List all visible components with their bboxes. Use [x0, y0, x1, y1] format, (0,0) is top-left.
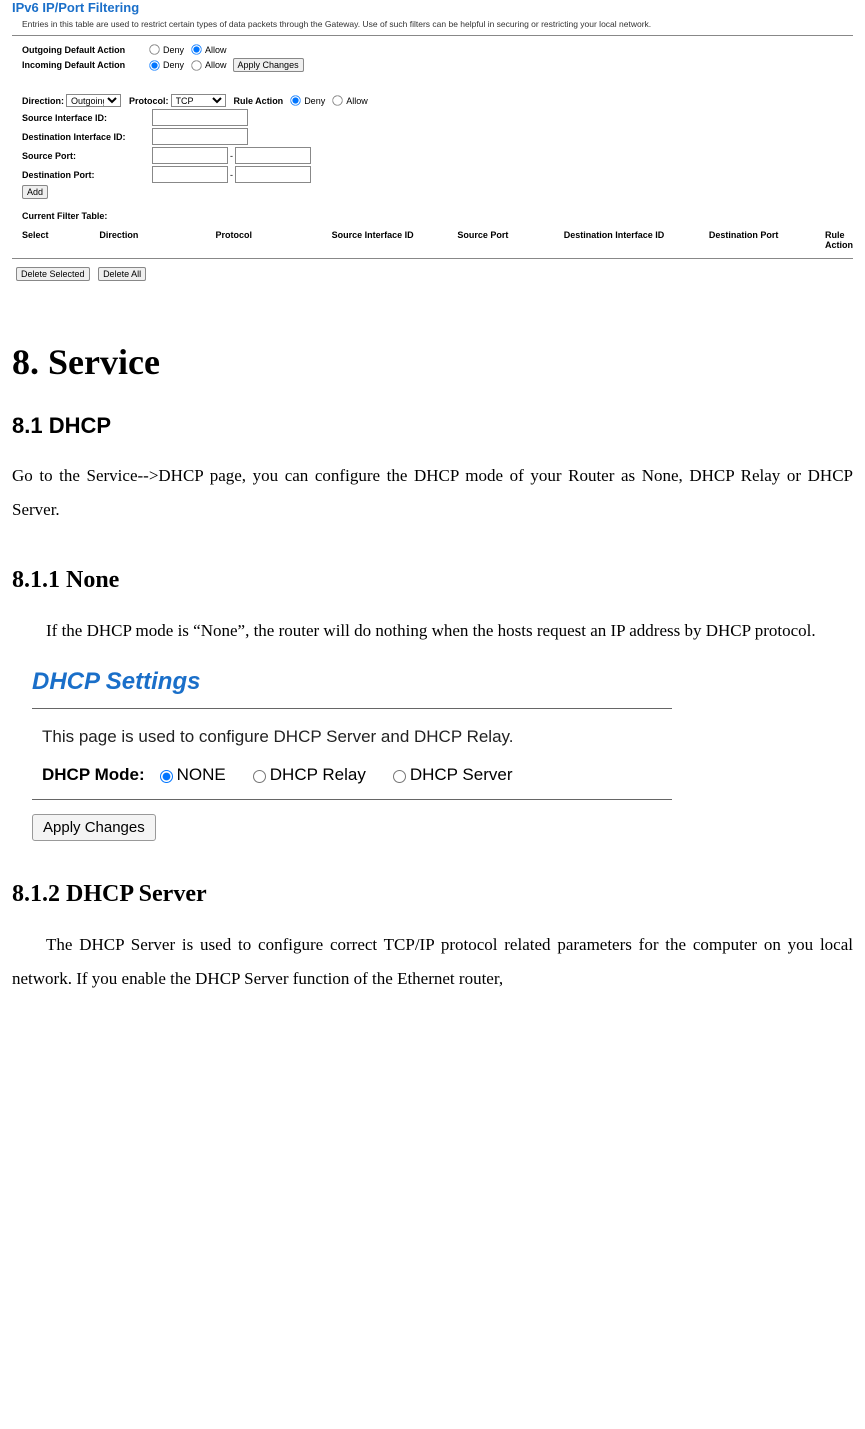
th-select: Select — [22, 230, 99, 250]
incoming-default-label: Incoming Default Action — [22, 60, 142, 70]
filter-table-header: Select Direction Protocol Source Interfa… — [12, 226, 853, 254]
th-src-if: Source Interface ID — [332, 230, 458, 250]
th-dst-port: Destination Port — [709, 230, 825, 250]
th-direction: Direction — [99, 230, 215, 250]
rule-action-label: Rule Action — [234, 96, 284, 106]
rule-allow-label: Allow — [346, 96, 368, 106]
para-dhcp-intro: Go to the Service-->DHCP page, you can c… — [12, 459, 853, 527]
add-button[interactable]: Add — [22, 185, 48, 199]
heading-8-1-2-server: 8.1.2 DHCP Server — [12, 881, 853, 908]
dash-2: - — [228, 170, 235, 180]
dhcp-title: DHCP Settings — [32, 668, 672, 702]
panel-title: IPv6 IP/Port Filtering — [12, 0, 853, 17]
direction-select[interactable]: Outgoing — [66, 94, 121, 107]
src-if-label: Source Interface ID: — [22, 113, 152, 123]
dst-port-to-input[interactable] — [235, 166, 311, 183]
outgoing-allow-radio[interactable] — [191, 44, 201, 54]
direction-label: Direction: — [22, 96, 64, 106]
dash-1: - — [228, 151, 235, 161]
dhcp-mode-none-label: NONE — [177, 765, 226, 785]
rule-deny-radio[interactable] — [290, 95, 300, 105]
deny-label: Deny — [163, 45, 184, 55]
dhcp-mode-server-radio[interactable] — [393, 770, 406, 783]
apply-changes-button[interactable]: Apply Changes — [233, 58, 304, 72]
rule-deny-label: Deny — [304, 96, 325, 106]
outgoing-deny-radio[interactable] — [149, 44, 159, 54]
dhcp-mode-server-label: DHCP Server — [410, 765, 513, 785]
dhcp-desc: This page is used to configure DHCP Serv… — [42, 727, 672, 747]
src-port-label: Source Port: — [22, 151, 152, 161]
th-rule-action: Rule Action — [825, 230, 853, 250]
dhcp-divider-1 — [32, 708, 672, 709]
deny-label-2: Deny — [163, 60, 184, 70]
dst-port-label: Destination Port: — [22, 170, 152, 180]
current-filter-table-label: Current Filter Table: — [22, 211, 107, 221]
dhcp-divider-2 — [32, 799, 672, 800]
para-none: If the DHCP mode is “None”, the router w… — [12, 614, 853, 648]
heading-8-service: 8. Service — [12, 341, 853, 383]
divider — [12, 258, 853, 259]
src-if-input[interactable] — [152, 109, 248, 126]
outgoing-default-label: Outgoing Default Action — [22, 45, 142, 55]
para-server: The DHCP Server is used to configure cor… — [12, 928, 853, 996]
dst-if-label: Destination Interface ID: — [22, 132, 152, 142]
incoming-deny-radio[interactable] — [149, 60, 159, 70]
dhcp-mode-none-radio[interactable] — [160, 770, 173, 783]
heading-8-1-dhcp: 8.1 DHCP — [12, 413, 853, 439]
th-dst-if: Destination Interface ID — [564, 230, 709, 250]
heading-8-1-1-none: 8.1.1 None — [12, 567, 853, 594]
protocol-label: Protocol: — [129, 96, 169, 106]
ipv6-filter-panel: IPv6 IP/Port Filtering Entries in this t… — [12, 0, 853, 281]
incoming-allow-radio[interactable] — [191, 60, 201, 70]
th-protocol: Protocol — [215, 230, 331, 250]
allow-label-2: Allow — [205, 60, 227, 70]
dhcp-mode-relay-label: DHCP Relay — [270, 765, 366, 785]
src-port-from-input[interactable] — [152, 147, 228, 164]
rule-allow-radio[interactable] — [333, 95, 343, 105]
dst-port-from-input[interactable] — [152, 166, 228, 183]
th-src-port: Source Port — [457, 230, 563, 250]
delete-all-button[interactable]: Delete All — [98, 267, 146, 281]
protocol-select[interactable]: TCP — [171, 94, 226, 107]
delete-selected-button[interactable]: Delete Selected — [16, 267, 90, 281]
allow-label: Allow — [205, 45, 227, 55]
dhcp-mode-relay-radio[interactable] — [253, 770, 266, 783]
panel-desc: Entries in this table are used to restri… — [12, 17, 853, 36]
dhcp-mode-label: DHCP Mode: — [42, 765, 145, 785]
src-port-to-input[interactable] — [235, 147, 311, 164]
dhcp-settings-panel: DHCP Settings This page is used to confi… — [32, 668, 672, 841]
dhcp-apply-button[interactable]: Apply Changes — [32, 814, 156, 841]
dst-if-input[interactable] — [152, 128, 248, 145]
